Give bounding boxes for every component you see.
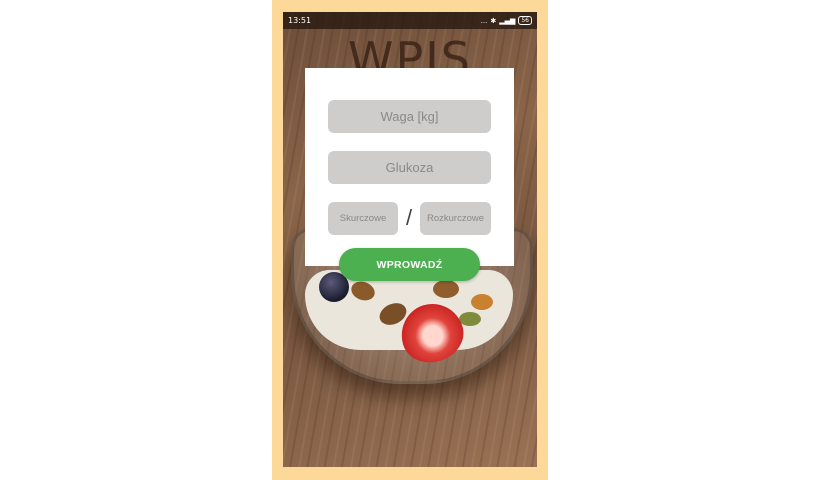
bluetooth-icon: ✱ xyxy=(490,16,497,25)
background-nut xyxy=(433,280,459,298)
systolic-input[interactable]: Skurczowe xyxy=(328,202,398,235)
status-time: 13:51 xyxy=(288,16,312,25)
status-bar: 13:51 ... ✱ ▂▄▆ 56 xyxy=(283,12,537,29)
background-nut xyxy=(471,294,493,310)
signal-icon: ▂▄▆ xyxy=(499,16,516,25)
weight-input[interactable]: Waga [kg] xyxy=(328,100,491,133)
glucose-input[interactable]: Glukoza xyxy=(328,151,491,184)
pressure-separator: / xyxy=(405,205,413,230)
background-pistachio xyxy=(459,312,481,326)
submit-button[interactable]: WPROWADŹ xyxy=(339,248,480,281)
notification-dots-icon: ... xyxy=(480,16,488,25)
diastolic-input[interactable]: Rozkurczowe xyxy=(420,202,491,235)
battery-icon: 56 xyxy=(518,16,532,25)
status-icons: ... ✱ ▂▄▆ 56 xyxy=(481,16,532,25)
